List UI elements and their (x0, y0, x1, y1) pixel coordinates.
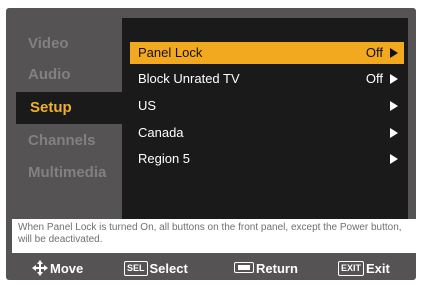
exit-hint: EXIT Exit (338, 260, 390, 277)
select-hint: SEL Select (124, 260, 188, 277)
directional-pad-icon (32, 260, 48, 276)
menu-row-label: US (138, 98, 157, 113)
menu-row-value: Off (365, 45, 383, 60)
menu-row-region-5[interactable]: Region 5 (130, 148, 404, 170)
sidebar-item-channels[interactable]: Channels (14, 125, 130, 157)
return-key-icon (234, 262, 254, 273)
menu-row-block-unrated-tv[interactable]: Block Unrated TV Off (130, 68, 404, 90)
submenu-arrow-icon (390, 154, 398, 164)
return-label: Return (256, 261, 298, 276)
submenu-arrow-icon (390, 74, 398, 84)
sidebar-item-multimedia[interactable]: Multimedia (14, 157, 130, 189)
sidebar-item-video[interactable]: Video (14, 28, 130, 60)
category-sidebar: Video Audio Setup Channels Multimedia (14, 28, 130, 224)
menu-row-label: Canada (138, 125, 184, 140)
help-text-box: When Panel Lock is turned On, all button… (12, 219, 416, 253)
return-hint: Return (234, 260, 298, 277)
menu-row-us[interactable]: US (130, 95, 404, 117)
move-label: Move (50, 261, 84, 276)
menu-row-label: Region 5 (138, 151, 191, 166)
menu-row-panel-lock[interactable]: Panel Lock Off (130, 42, 404, 64)
select-label: Select (149, 261, 188, 276)
help-text: When Panel Lock is turned On, all button… (18, 222, 402, 245)
submenu-arrow-icon (390, 101, 398, 111)
exit-key-icon: EXIT (338, 261, 365, 276)
menu-row-value: Off (365, 71, 383, 86)
setup-options-panel: Panel Lock Off Block Unrated TV Off US C… (122, 18, 408, 220)
sel-key-icon: SEL (124, 261, 148, 276)
menu-row-label: Block Unrated TV (138, 71, 240, 86)
submenu-arrow-icon (390, 128, 398, 138)
sidebar-item-audio[interactable]: Audio (14, 59, 130, 91)
sidebar-item-setup[interactable]: Setup (16, 92, 128, 124)
exit-label: Exit (366, 261, 390, 276)
submenu-arrow-icon (390, 48, 398, 58)
menu-row-label: Panel Lock (138, 45, 203, 60)
osd-menu-frame: Video Audio Setup Channels Multimedia Pa… (6, 8, 416, 280)
move-hint: Move (32, 260, 83, 277)
key-guide-bar: Move SEL Select Return EXIT Exit (12, 257, 416, 279)
menu-row-canada[interactable]: Canada (130, 122, 404, 144)
